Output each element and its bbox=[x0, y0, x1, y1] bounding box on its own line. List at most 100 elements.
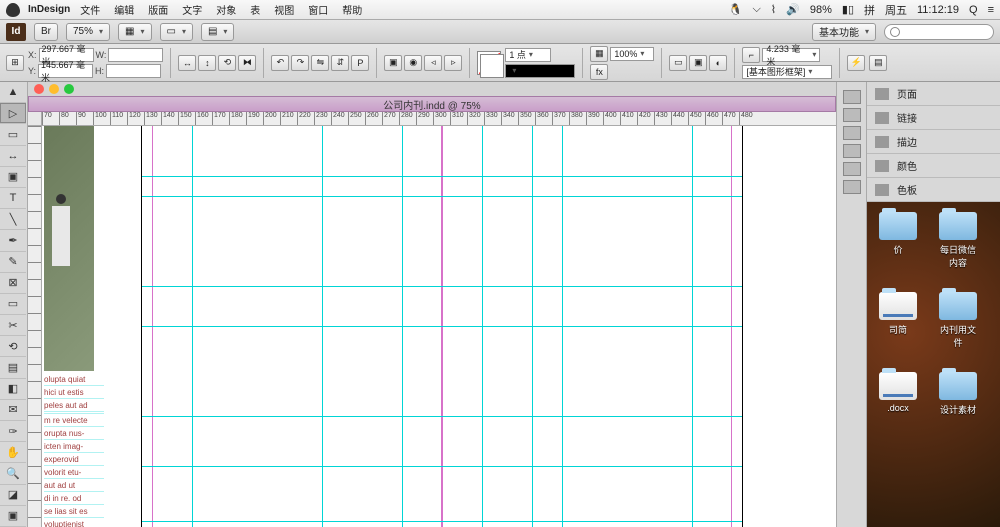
zoom-tool[interactable]: 🔍 bbox=[0, 463, 26, 484]
minimize-window-button[interactable] bbox=[49, 84, 59, 94]
select-container-icon[interactable]: ▣ bbox=[384, 55, 402, 71]
panel-icon[interactable] bbox=[843, 90, 861, 104]
y-field[interactable]: 145.667 毫米 bbox=[38, 64, 93, 78]
panel-stroke[interactable]: 描边 bbox=[867, 130, 1000, 154]
guide-v[interactable] bbox=[692, 126, 693, 527]
quick-apply-icon[interactable]: ⚡ bbox=[847, 55, 865, 71]
view-options-button[interactable]: ▦ bbox=[118, 23, 151, 41]
guide-v[interactable] bbox=[532, 126, 533, 527]
close-window-button[interactable] bbox=[34, 84, 44, 94]
scale-x-icon[interactable]: ↔ bbox=[178, 55, 196, 71]
placed-photo[interactable] bbox=[44, 126, 94, 371]
spread[interactable] bbox=[142, 126, 742, 527]
view-mode-toggle[interactable]: ▣ bbox=[0, 506, 26, 527]
direct-selection-tool[interactable]: ▷ bbox=[0, 103, 26, 124]
type-tool[interactable]: T bbox=[0, 188, 26, 209]
bridge-button[interactable]: Br bbox=[34, 23, 58, 41]
clock[interactable]: 11:12:19 bbox=[917, 4, 959, 16]
panel-swatches[interactable]: 色板 bbox=[867, 178, 1000, 202]
shear-icon[interactable]: ⧓ bbox=[238, 55, 256, 71]
menu-layout[interactable]: 版面 bbox=[148, 2, 168, 17]
menu-type[interactable]: 文字 bbox=[182, 2, 202, 17]
fill-stroke-toggle[interactable]: ◪ bbox=[0, 485, 26, 506]
panel-links[interactable]: 链接 bbox=[867, 106, 1000, 130]
guide-v[interactable] bbox=[192, 126, 193, 527]
pen-tool[interactable]: ✒ bbox=[0, 230, 26, 251]
guide-v[interactable] bbox=[482, 126, 483, 527]
content-collector-tool[interactable]: ▣ bbox=[0, 167, 26, 188]
fill-stroke-swatch[interactable] bbox=[477, 51, 501, 75]
gradient-swatch-tool[interactable]: ▤ bbox=[0, 357, 26, 378]
workspace-dropdown[interactable]: 基本功能 bbox=[812, 23, 876, 41]
stroke-weight-field[interactable]: 1 点 bbox=[505, 48, 551, 62]
zoom-window-button[interactable] bbox=[64, 84, 74, 94]
flip-v-icon[interactable]: ⇵ bbox=[331, 55, 349, 71]
w-field[interactable] bbox=[108, 48, 163, 62]
pencil-tool[interactable]: ✎ bbox=[0, 252, 26, 273]
battery-icon[interactable]: ▮▯ bbox=[842, 3, 854, 16]
rectangle-frame-tool[interactable]: ⊠ bbox=[0, 273, 26, 294]
panel-icon[interactable] bbox=[843, 162, 861, 176]
desktop-item[interactable]: 司简 bbox=[877, 292, 919, 336]
line-tool[interactable]: ╲ bbox=[0, 209, 26, 230]
desktop-item[interactable]: 内刊用文件 bbox=[937, 292, 979, 349]
battery-pct[interactable]: 98% bbox=[810, 4, 832, 16]
guide-h[interactable] bbox=[142, 416, 742, 417]
desktop-item[interactable]: 设计素材 bbox=[937, 372, 979, 416]
rotate-ccw-icon[interactable]: ↶ bbox=[271, 55, 289, 71]
page-tool[interactable]: ▭ bbox=[0, 124, 26, 145]
zoom-dropdown[interactable]: 75% bbox=[66, 23, 110, 41]
guide-h[interactable] bbox=[142, 176, 742, 177]
panel-icon[interactable] bbox=[843, 108, 861, 122]
guide-v[interactable] bbox=[322, 126, 323, 527]
menu-file[interactable]: 文件 bbox=[80, 2, 100, 17]
panel-icon[interactable] bbox=[843, 126, 861, 140]
horizontal-ruler[interactable]: 7080901001101201301401501601701801902002… bbox=[42, 112, 836, 125]
guide-h[interactable] bbox=[142, 196, 742, 197]
screen-mode-button[interactable]: ▭ bbox=[160, 23, 193, 41]
menu-view[interactable]: 视图 bbox=[274, 2, 294, 17]
gap-tool[interactable]: ↔ bbox=[0, 146, 26, 167]
arrange-button[interactable]: ▤ bbox=[201, 23, 234, 41]
bluetooth-icon[interactable]: ⌵ bbox=[752, 3, 760, 16]
ruler-origin[interactable] bbox=[28, 112, 42, 125]
text-wrap-shape-icon[interactable]: ◐ bbox=[709, 55, 727, 71]
canvas[interactable]: olupta quiathici ut estispeles aut adm r… bbox=[42, 126, 836, 527]
scissors-tool[interactable]: ✂ bbox=[0, 315, 26, 336]
desktop-item[interactable]: 每日微信内容 bbox=[937, 212, 979, 269]
overset-text-column[interactable]: olupta quiathici ut estispeles aut adm r… bbox=[44, 374, 104, 527]
panel-color[interactable]: 颜色 bbox=[867, 154, 1000, 178]
ime-indicator[interactable]: 拼 bbox=[864, 2, 875, 18]
help-search[interactable] bbox=[884, 24, 994, 40]
indicator-p-icon[interactable]: P bbox=[351, 55, 369, 71]
object-style-field[interactable]: [基本图形框架] bbox=[742, 65, 832, 79]
corner-icon[interactable]: ⌐ bbox=[742, 47, 760, 63]
eyedropper-tool[interactable]: ✑ bbox=[0, 421, 26, 442]
corner-radius-field[interactable]: 4.233 毫米 bbox=[762, 48, 820, 62]
scale-y-icon[interactable]: ↕ bbox=[198, 55, 216, 71]
free-transform-tool[interactable]: ⟲ bbox=[0, 336, 26, 357]
guide-v[interactable] bbox=[402, 126, 403, 527]
panel-pages[interactable]: 页面 bbox=[867, 82, 1000, 106]
desktop-item[interactable]: 价 bbox=[877, 212, 919, 256]
menu-edit[interactable]: 编辑 bbox=[114, 2, 134, 17]
menu-table[interactable]: 表 bbox=[250, 2, 260, 17]
menu-window[interactable]: 窗口 bbox=[308, 2, 328, 17]
app-name[interactable]: InDesign bbox=[28, 4, 70, 15]
selection-tool[interactable]: ▲ bbox=[0, 82, 26, 103]
rotate-icon[interactable]: ⟲ bbox=[218, 55, 236, 71]
desktop-item[interactable]: .docx bbox=[877, 372, 919, 413]
qq-icon[interactable]: 🐧 bbox=[729, 3, 743, 16]
gradient-feather-tool[interactable]: ◧ bbox=[0, 379, 26, 400]
hand-tool[interactable]: ✋ bbox=[0, 442, 26, 463]
h-field[interactable] bbox=[106, 64, 161, 78]
menu-extras-icon[interactable]: ≡ bbox=[988, 4, 994, 16]
reference-point-widget[interactable]: ⊞ bbox=[6, 55, 24, 71]
rotate-cw-icon[interactable]: ↷ bbox=[291, 55, 309, 71]
rectangle-tool[interactable]: ▭ bbox=[0, 294, 26, 315]
panel-icon[interactable] bbox=[843, 144, 861, 158]
menu-object[interactable]: 对象 bbox=[216, 2, 236, 17]
panel-icon[interactable] bbox=[843, 180, 861, 194]
stroke-style-field[interactable] bbox=[505, 64, 575, 78]
text-wrap-none-icon[interactable]: ▭ bbox=[669, 55, 687, 71]
